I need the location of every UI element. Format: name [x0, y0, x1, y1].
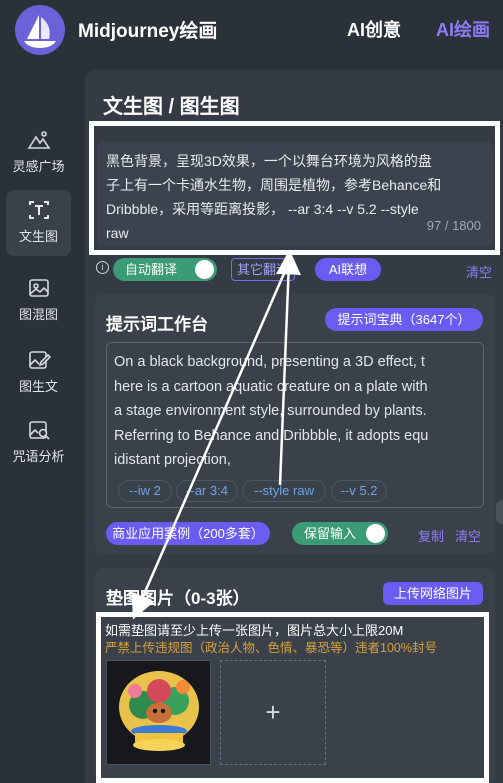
- sidebar-item-spell-analysis[interactable]: 咒语分析: [6, 410, 71, 476]
- mountain-icon: [27, 131, 50, 149]
- sidebar-item-label: 图生文: [18, 379, 58, 394]
- param-tag[interactable]: --style raw: [242, 480, 326, 502]
- scroll-handle[interactable]: [496, 500, 503, 524]
- english-line: a stage environment style, surrounded by…: [114, 403, 427, 419]
- english-line: Referring to Behance and Dribbble, it ad…: [114, 427, 429, 444]
- prompt-toolbar: i 自动翻译 其它翻译 AI联想 清空: [96, 258, 496, 282]
- keep-input-toggle[interactable]: 保留输入: [292, 522, 388, 545]
- keep-input-label: 保留输入: [304, 526, 357, 541]
- english-line: On a black background, presenting a 3D e…: [114, 354, 425, 370]
- image-icon: [28, 279, 49, 297]
- sidebar-item-label: 咒语分析: [12, 449, 65, 464]
- copy-link[interactable]: 复制: [418, 526, 444, 545]
- page-title: 文生图 / 图生图: [103, 96, 240, 118]
- param-tag[interactable]: --iw 2: [118, 480, 172, 502]
- prompt-dictionary-button[interactable]: 提示词宝典（3647个）: [325, 308, 483, 331]
- highlight-frame-reference: [96, 612, 489, 783]
- toggle-knob: [195, 260, 214, 279]
- nav-ai-creative[interactable]: AI创意: [347, 16, 401, 42]
- image-search-icon: [28, 421, 50, 440]
- workbench-title: 提示词工作台: [106, 315, 208, 334]
- english-line: idistant projection,: [114, 452, 231, 468]
- business-cases-button[interactable]: 商业应用案例（200多套）: [106, 522, 270, 545]
- ai-associate-button[interactable]: AI联想: [315, 258, 381, 281]
- param-tag[interactable]: --v 5.2: [331, 480, 387, 502]
- app-title: Midjourney绘画: [78, 21, 218, 42]
- nav-ai-draw[interactable]: AI绘画: [436, 16, 490, 42]
- param-tag[interactable]: --ar 3:4: [176, 480, 238, 502]
- reference-title: 垫图图片（0-3张）: [106, 589, 250, 608]
- auto-translate-label: 自动翻译: [125, 262, 178, 277]
- upload-web-image-button[interactable]: 上传网络图片: [383, 582, 483, 605]
- sidebar: 灵感广场 文生图 图混图 图生文 咒语分析: [0, 58, 80, 783]
- toggle-knob: [366, 524, 385, 543]
- other-translate-button[interactable]: 其它翻译: [231, 258, 295, 281]
- sidebar-item-label: 灵感广场: [12, 159, 65, 174]
- text-t-icon: [28, 201, 49, 219]
- sidebar-item-label: 图混图: [18, 307, 58, 322]
- highlight-frame-prompt: [89, 121, 500, 255]
- sailboat-logo-icon[interactable]: [15, 5, 65, 55]
- clear-workbench-link[interactable]: 清空: [455, 526, 481, 545]
- info-icon[interactable]: i: [96, 261, 109, 274]
- sidebar-item-image-mix[interactable]: 图混图: [6, 268, 71, 334]
- sidebar-item-label: 文生图: [18, 229, 58, 244]
- app-header: Midjourney绘画 AI创意 AI绘画: [0, 0, 503, 58]
- clear-prompt-link[interactable]: 清空: [466, 262, 492, 281]
- auto-translate-toggle[interactable]: 自动翻译: [113, 258, 217, 281]
- sidebar-item-image-to-text[interactable]: 图生文: [6, 340, 71, 406]
- sidebar-item-text-to-image[interactable]: 文生图: [6, 190, 71, 256]
- sidebar-item-inspiration[interactable]: 灵感广场: [6, 120, 71, 186]
- image-edit-icon: [28, 351, 51, 369]
- english-line: here is a cartoon aquatic creature on a …: [114, 378, 428, 395]
